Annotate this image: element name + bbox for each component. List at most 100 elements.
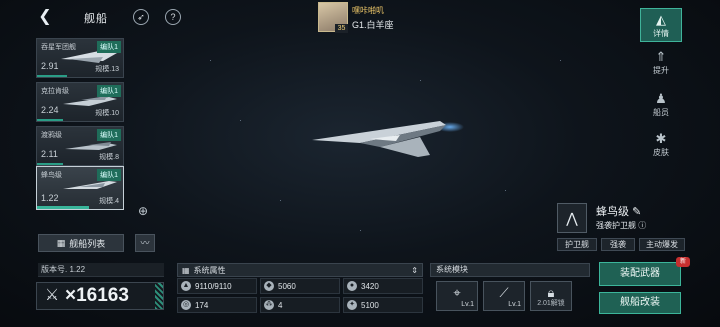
star bbox=[560, 60, 561, 61]
upgrade-icon: ⇑ bbox=[655, 49, 667, 64]
star bbox=[505, 190, 506, 191]
star bbox=[420, 80, 421, 81]
progress-bar bbox=[37, 119, 63, 121]
star bbox=[240, 120, 241, 121]
ship-scale: 规模.4 bbox=[99, 198, 119, 205]
attributes-grid: ▲ 9110/9110 ◆ 5060 ● 3420 ◎ 174 ⁂ 4 ✦ 5100 bbox=[177, 278, 423, 316]
cluster-icon: ⁂ bbox=[264, 300, 274, 310]
tab-label: 皮肤 bbox=[653, 148, 669, 157]
unlock-label: 2.01解锁 bbox=[537, 300, 565, 307]
version-label: 版本号. 1.22 bbox=[38, 263, 164, 277]
ship-scale: 规模.10 bbox=[95, 110, 119, 117]
attributes-header: ▦ 系统属性 ⇕ bbox=[177, 263, 423, 277]
formation-icon[interactable]: ⊕ bbox=[134, 202, 152, 220]
player-level: 35 bbox=[335, 24, 348, 33]
ship-rating: 2.24 bbox=[41, 105, 59, 115]
tab-upgrade[interactable]: ⇑ 提升 bbox=[640, 46, 682, 80]
attr-value: 9110/9110 bbox=[195, 281, 232, 291]
attr-armor: ◆ 5060 bbox=[260, 278, 340, 294]
module-slot[interactable]: ⌖ Lv.1 bbox=[436, 281, 478, 311]
ship-rating: 1.22 bbox=[41, 193, 59, 203]
ship-name: 渡鸦级 bbox=[41, 132, 62, 139]
power-panel: ⚔ ×16163 bbox=[36, 282, 164, 310]
signal-icon[interactable]: 〰 bbox=[135, 234, 155, 252]
details-icon: ◭ bbox=[656, 12, 666, 27]
attr-energy: ✦ 5100 bbox=[343, 297, 423, 313]
progress-bar bbox=[37, 206, 89, 209]
ship-rating: 2.91 bbox=[41, 61, 59, 71]
ship-card[interactable]: 吞星军团舰 编队1 2.91 规模.13 bbox=[36, 38, 124, 78]
player-rank: G1.白羊座 bbox=[352, 20, 394, 30]
skin-icon: ✱ bbox=[655, 131, 667, 146]
attr-shield: ● 3420 bbox=[343, 278, 423, 294]
ship-scale: 规模.8 bbox=[99, 154, 119, 161]
attr-speed: ◎ 174 bbox=[177, 297, 257, 313]
progress-bar bbox=[37, 163, 63, 165]
back-arrow-icon[interactable]: ❮ bbox=[36, 8, 54, 26]
ship-name: 蜂鸟级 bbox=[41, 172, 62, 179]
attr-value: 174 bbox=[195, 300, 209, 310]
module-level: Lv.1 bbox=[461, 301, 474, 308]
ship-rating: 2.11 bbox=[41, 149, 58, 159]
info-icon[interactable]: ⓘ bbox=[638, 221, 646, 230]
power-value: ×16163 bbox=[65, 285, 129, 306]
new-badge: 新 bbox=[676, 257, 690, 267]
attr-hull: ▲ 9110/9110 bbox=[177, 278, 257, 294]
module-level: Lv.1 bbox=[508, 301, 521, 308]
speed-icon: ◎ bbox=[181, 300, 191, 310]
team-badge: 编队1 bbox=[97, 129, 121, 141]
stripe-decoration bbox=[155, 283, 163, 309]
ship-card-selected[interactable]: 蜂鸟级 编队1 1.22 规模.4 bbox=[36, 166, 124, 210]
grid-icon: ▦ bbox=[182, 265, 190, 275]
ship-tag: 主动爆发 bbox=[639, 238, 685, 251]
ship-card[interactable]: 克拉肯级 编队1 2.24 规模.10 bbox=[36, 82, 124, 122]
ship-model[interactable] bbox=[300, 115, 470, 165]
sort-icon[interactable]: ⇕ bbox=[411, 266, 418, 275]
tab-skin[interactable]: ✱ 皮肤 bbox=[640, 128, 682, 162]
ship-name: 吞星军团舰 bbox=[41, 44, 76, 51]
tab-crew[interactable]: ♟ 船员 bbox=[640, 88, 682, 122]
crossed-swords-icon: ⚔ bbox=[44, 287, 60, 304]
attr-cluster: ⁂ 4 bbox=[260, 297, 340, 313]
shield-icon: ● bbox=[347, 281, 357, 291]
ship-class: 强袭护卫舰 ⓘ bbox=[596, 221, 647, 230]
team-badge: 编队1 bbox=[97, 169, 121, 181]
cannon-icon: ⟋ bbox=[499, 285, 509, 300]
energy-icon: ✦ bbox=[347, 300, 357, 310]
ship-name: 克拉肯级 bbox=[41, 88, 69, 95]
ship-refit-button[interactable]: 舰船改装 bbox=[599, 292, 681, 314]
question-icon[interactable]: ? bbox=[165, 9, 181, 25]
hull-icon: ▲ bbox=[181, 281, 191, 291]
ship-scale: 规模.13 bbox=[95, 66, 119, 73]
progress-bar bbox=[37, 75, 68, 77]
ship-title: 蜂鸟级 ✎ bbox=[596, 206, 642, 218]
page-title: 舰船 bbox=[84, 13, 108, 25]
ship-card[interactable]: 渡鸦级 编队1 2.11 规模.8 bbox=[36, 126, 124, 166]
grid-icon: ▦ bbox=[56, 237, 66, 248]
attr-value: 5060 bbox=[278, 281, 296, 291]
target-icon: ⌖ bbox=[453, 285, 461, 300]
attr-value: 5100 bbox=[361, 300, 379, 310]
star bbox=[210, 60, 211, 61]
star bbox=[360, 230, 361, 231]
tab-label: 提升 bbox=[653, 66, 669, 75]
ship-tag: 护卫舰 bbox=[557, 238, 597, 251]
fleet-list-button[interactable]: ▦ 舰船列表 bbox=[38, 234, 124, 252]
edit-icon[interactable]: ✎ bbox=[632, 206, 641, 218]
attributes-title: 系统属性 bbox=[193, 265, 226, 275]
attr-value: 4 bbox=[278, 300, 283, 310]
tab-label: 详情 bbox=[653, 29, 669, 38]
equip-weapons-button[interactable]: 装配武器 bbox=[599, 262, 681, 286]
armor-icon: ◆ bbox=[264, 281, 274, 291]
modules-header: 系统模块 bbox=[430, 263, 590, 277]
crew-icon: ♟ bbox=[655, 91, 667, 106]
team-badge: 编队1 bbox=[97, 41, 121, 53]
module-slot[interactable]: ⟋ Lv.1 bbox=[483, 281, 525, 311]
module-slot-locked[interactable]: 🔒︎ 2.01解锁 bbox=[530, 281, 572, 311]
tab-details[interactable]: ◭ 详情 bbox=[640, 8, 682, 42]
attr-value: 3420 bbox=[361, 281, 379, 291]
rocket-icon[interactable]: ➶ bbox=[133, 9, 149, 25]
player-name: 嘿咔啪叽 bbox=[352, 6, 384, 15]
tab-label: 船员 bbox=[653, 108, 669, 117]
star bbox=[280, 200, 281, 201]
